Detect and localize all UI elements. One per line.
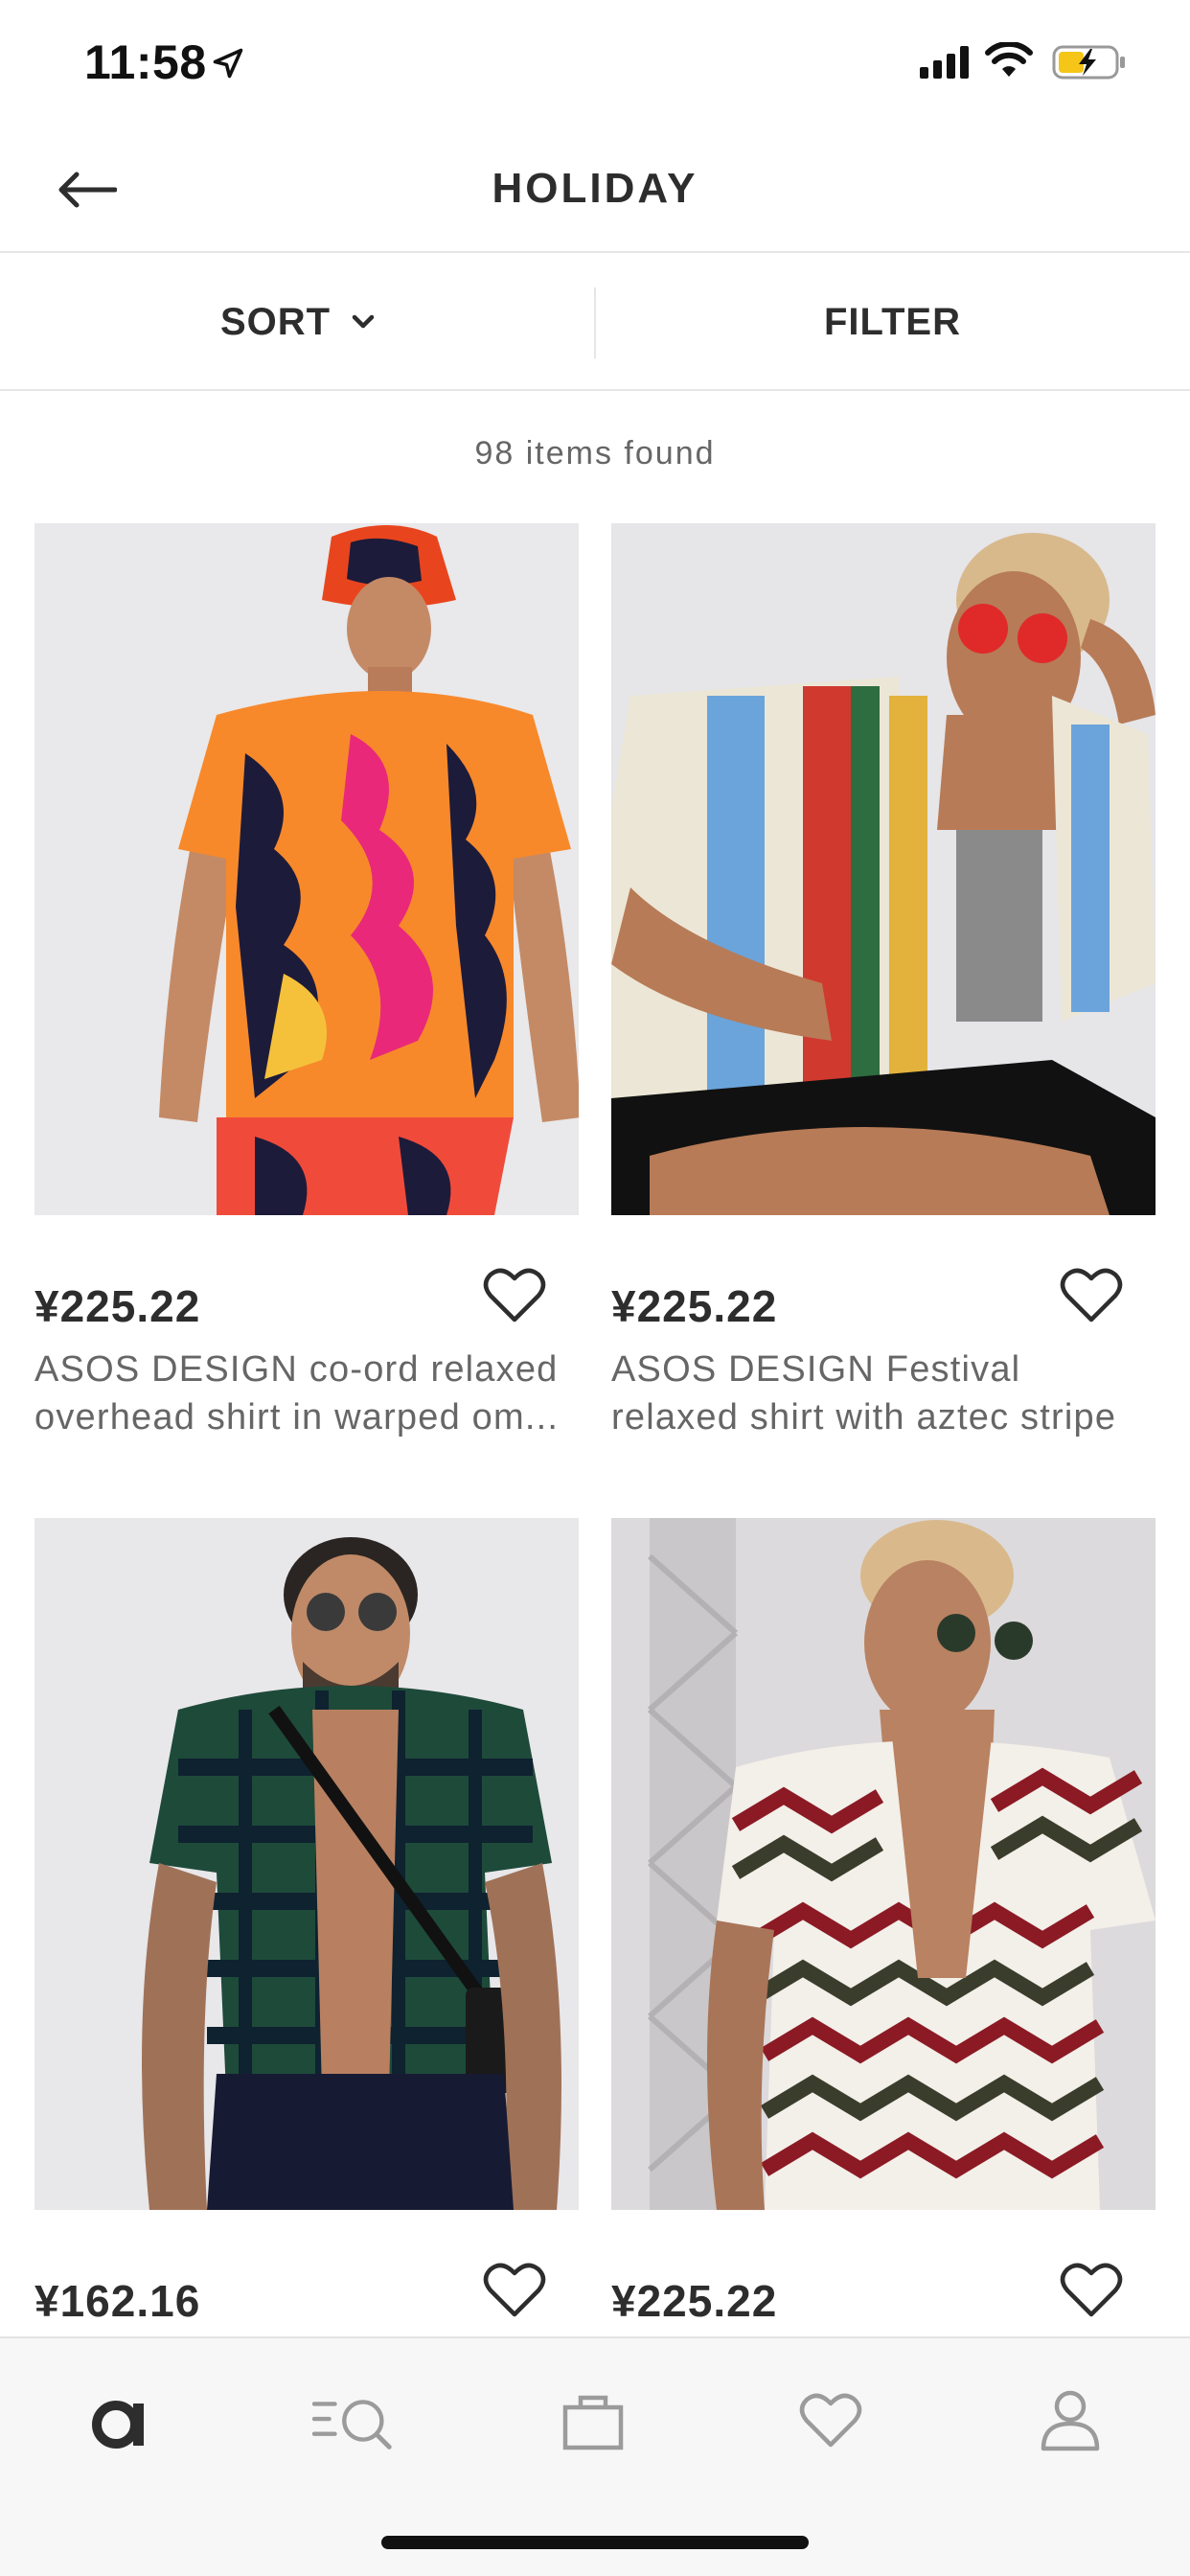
product-description: ASOS DESIGN Festival relaxed shirt with … <box>611 1349 1117 1438</box>
account-icon <box>1041 2390 1100 2451</box>
save-heart-icon[interactable] <box>483 1267 546 1324</box>
product-image[interactable] <box>611 1518 1156 2210</box>
filter-label: FILTER <box>823 300 961 343</box>
chevron-down-icon <box>352 314 375 329</box>
tab-account[interactable] <box>1027 2382 1113 2459</box>
filter-button[interactable]: FILTER <box>595 255 1190 389</box>
save-heart-icon[interactable] <box>483 2262 546 2319</box>
cellular-signal-icon <box>920 46 969 79</box>
search-icon <box>312 2400 392 2450</box>
product-price: ¥162.16 <box>34 2276 201 2326</box>
sort-button[interactable]: SORT <box>0 255 595 389</box>
saved-heart-icon <box>799 2393 862 2448</box>
location-arrow-icon <box>213 48 243 79</box>
battery-charging-icon <box>1052 45 1125 80</box>
sort-label: SORT <box>219 300 332 343</box>
product-image[interactable] <box>34 523 579 1215</box>
bag-icon <box>562 2395 624 2450</box>
tab-search[interactable] <box>312 2382 399 2459</box>
wifi-icon <box>985 42 1033 77</box>
items-found-count: 98 items found <box>474 435 716 472</box>
status-time: 11:58 <box>84 35 207 89</box>
tab-home[interactable] <box>77 2382 163 2459</box>
save-heart-icon[interactable] <box>1060 2262 1123 2319</box>
product-price: ¥225.22 <box>611 2276 778 2326</box>
tab-bag[interactable] <box>550 2382 636 2459</box>
top-header: HOLIDAY <box>0 126 1190 253</box>
status-bar: 11:58 <box>0 0 1190 126</box>
home-indicator <box>381 2536 809 2549</box>
save-heart-icon[interactable] <box>1060 1267 1123 1324</box>
home-logo-icon <box>92 2401 144 2449</box>
product-image[interactable] <box>34 1518 579 2210</box>
product-price: ¥225.22 <box>611 1281 778 1331</box>
page-title: HOLIDAY <box>492 165 698 212</box>
product-price: ¥225.22 <box>34 1281 201 1331</box>
product-description: ASOS DESIGN co-ord relaxed overhead shir… <box>34 1349 560 1438</box>
product-image[interactable] <box>611 523 1156 1215</box>
sort-filter-bar: SORT FILTER <box>0 255 1190 391</box>
tab-saved[interactable] <box>788 2382 874 2459</box>
